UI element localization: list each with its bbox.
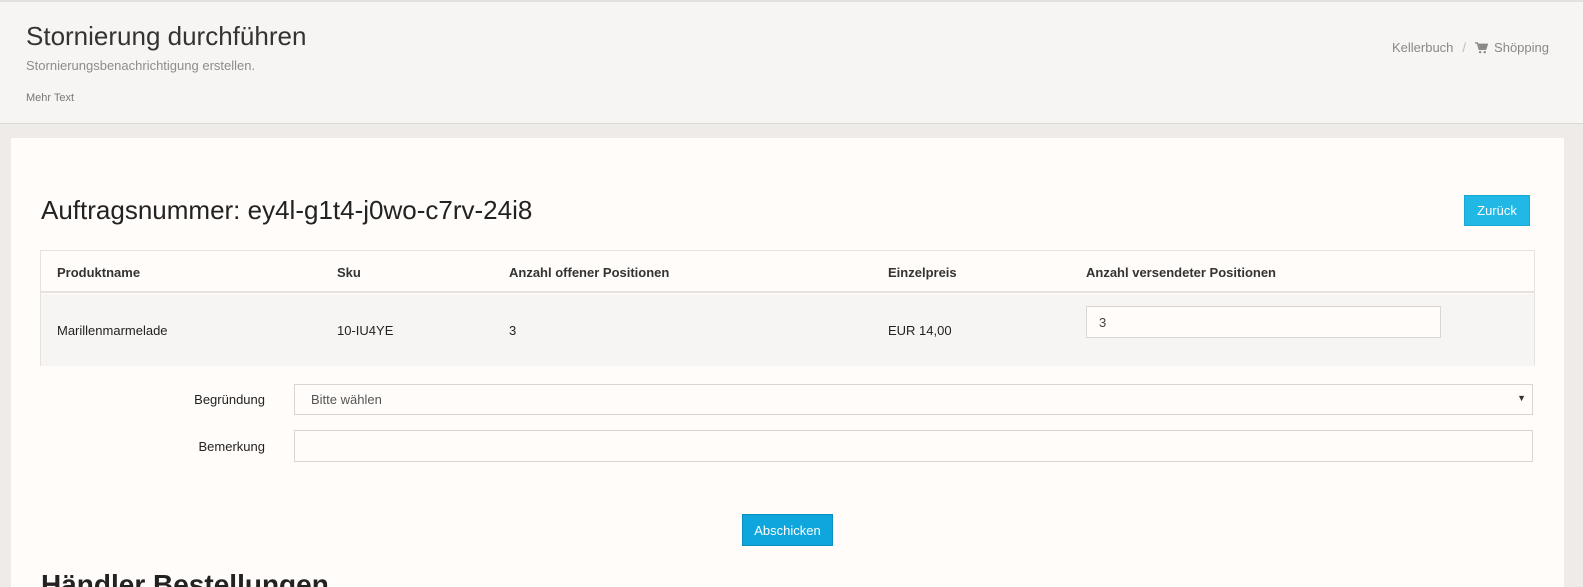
breadcrumb-separator: / — [1462, 40, 1467, 55]
merchant-orders-title: Händler Bestellungen — [41, 569, 329, 587]
back-button[interactable]: Zurück — [1464, 195, 1530, 226]
more-text-link[interactable]: Mehr Text — [26, 92, 74, 104]
table-header: Produktname Sku Anzahl offener Positione… — [41, 251, 1534, 293]
order-items-table: Produktname Sku Anzahl offener Positione… — [40, 250, 1535, 366]
reason-select[interactable]: Bitte wählen ▼ — [294, 384, 1533, 415]
page-subtitle: Stornierungsbenachrichtigung erstellen. — [26, 58, 256, 73]
cell-sku: 10-IU4YE — [337, 323, 394, 338]
cell-unit-price: EUR 14,00 — [888, 323, 952, 338]
shipped-quantity-input[interactable] — [1086, 306, 1441, 338]
remark-label: Bemerkung — [198, 439, 265, 454]
cart-icon — [1475, 41, 1489, 53]
breadcrumb-item-kellerbuch[interactable]: Kellerbuch — [1392, 40, 1453, 55]
page-header: Stornierung durchführen Stornierungsbena… — [0, 0, 1583, 124]
column-header-product: Produktname — [57, 265, 141, 280]
chevron-down-icon: ▼ — [1517, 393, 1526, 403]
column-header-sku: Sku — [337, 265, 361, 280]
remark-input[interactable] — [294, 430, 1533, 462]
cell-open-positions: 3 — [509, 323, 517, 338]
column-header-shipped-positions: Anzahl versendeter Positionen — [1086, 265, 1276, 280]
submit-button[interactable]: Abschicken — [742, 514, 833, 546]
table-row: Marillenmarmelade 10-IU4YE 3 EUR 14,00 — [41, 294, 1534, 366]
order-number-title: Auftragsnummer: ey4l-g1t4-j0wo-c7rv-24i8 — [41, 195, 533, 225]
cell-product-name: Marillenmarmelade — [57, 323, 168, 338]
reason-selected-value: Bitte wählen — [311, 392, 382, 407]
content-card: Auftragsnummer: ey4l-g1t4-j0wo-c7rv-24i8… — [11, 138, 1564, 587]
column-header-open-positions: Anzahl offener Positionen — [509, 265, 670, 280]
breadcrumb-item-shopping[interactable]: Shöpping — [1494, 40, 1549, 55]
column-header-unit-price: Einzelpreis — [888, 265, 957, 280]
page-title: Stornierung durchführen — [26, 21, 307, 51]
reason-label: Begründung — [194, 392, 265, 407]
breadcrumb: Kellerbuch / Shöpping — [1392, 40, 1549, 55]
